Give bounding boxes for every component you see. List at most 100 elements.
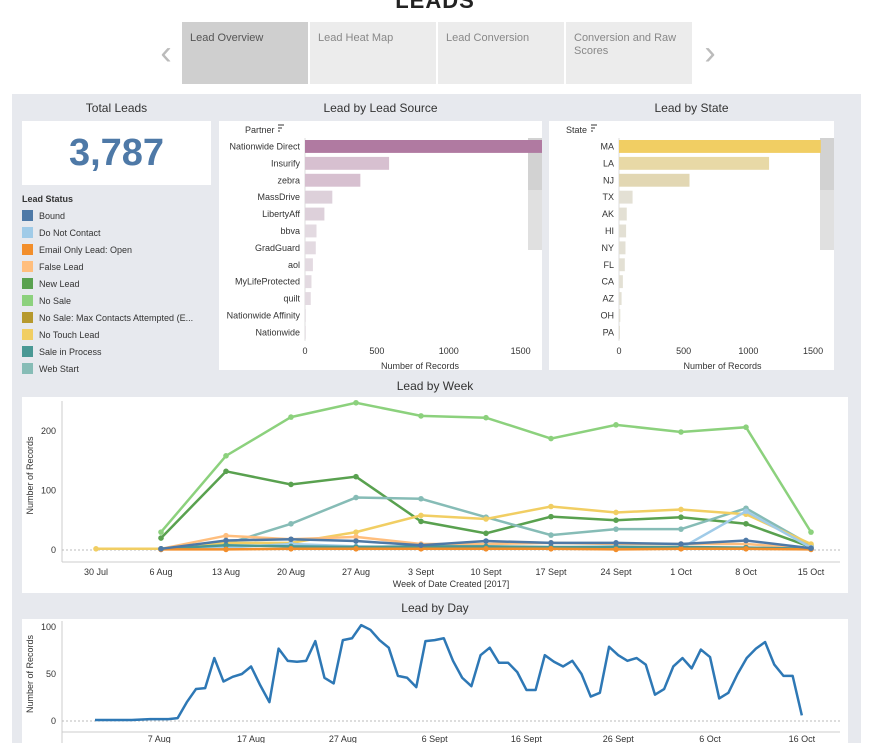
data-point-no-sale[interactable]: [223, 453, 229, 459]
data-point-no-sale[interactable]: [678, 429, 684, 435]
bar-nationwide-affinity[interactable]: [305, 309, 306, 322]
bar-nj[interactable]: [619, 173, 690, 187]
daily-series-line[interactable]: [95, 623, 804, 722]
data-point-new-lead[interactable]: [678, 514, 684, 521]
data-point-bound[interactable]: [158, 546, 164, 552]
data-point-bound[interactable]: [418, 542, 424, 549]
total-leads-card[interactable]: 3,787: [22, 121, 211, 185]
sort-icon[interactable]: [278, 124, 284, 132]
chevron-left-icon[interactable]: ‹: [150, 22, 182, 84]
bar-pa[interactable]: [619, 325, 620, 339]
bar-zebra[interactable]: [305, 173, 361, 187]
data-point-web-start[interactable]: [353, 494, 359, 501]
data-point-bound[interactable]: [223, 537, 229, 544]
data-point-no-sale[interactable]: [613, 422, 619, 428]
legend-item-no-touch-lead[interactable]: No Touch Lead: [22, 326, 212, 343]
bar-quilt[interactable]: [305, 292, 311, 305]
data-point-no-sale[interactable]: [418, 413, 424, 419]
tab-conversion-raw-scores[interactable]: Conversion and Raw Scores: [566, 22, 692, 84]
bar-ak[interactable]: [619, 207, 627, 221]
bar-fl[interactable]: [619, 258, 625, 272]
data-point-bound[interactable]: [743, 537, 749, 544]
lead-state-chart[interactable]: State MA LA NJ TX AK HI NY FL CA AZ OH PA 0 500 1000 150…: [549, 121, 834, 371]
data-point-no-touch-lead[interactable]: [613, 509, 619, 516]
tab-lead-overview[interactable]: Lead Overview: [182, 22, 308, 84]
data-point-bound[interactable]: [483, 538, 489, 544]
legend-item-web-start[interactable]: Web Start: [22, 360, 212, 377]
legend-item-no-sale[interactable]: No Sale: [22, 292, 212, 309]
data-point-no-touch-lead[interactable]: [353, 529, 359, 535]
data-point-new-lead[interactable]: [483, 530, 489, 537]
data-point-new-lead[interactable]: [743, 520, 749, 527]
lead-source-chart[interactable]: Partner Nationwide Direct Insurify zebra Mas…: [219, 121, 570, 371]
data-point-new-lead[interactable]: [613, 517, 619, 523]
data-point-email-only-lead-open[interactable]: [223, 546, 229, 553]
data-point-no-touch-lead[interactable]: [548, 503, 554, 510]
data-point-false-lead[interactable]: [223, 532, 229, 539]
bar-nationwide[interactable]: [305, 325, 306, 339]
data-point-email-only-lead-open[interactable]: [483, 546, 489, 552]
data-point-bound[interactable]: [353, 538, 359, 544]
bar-la[interactable]: [619, 156, 770, 170]
data-point-new-lead[interactable]: [418, 518, 424, 525]
bar-ca[interactable]: [619, 275, 623, 289]
lead-by-day-chart[interactable]: 0 50 100 Number of Records 7 Aug 17 Aug 27 Aug…: [22, 619, 848, 743]
bar-gradguard[interactable]: [305, 241, 316, 255]
data-point-new-lead[interactable]: [353, 473, 359, 480]
data-point-bound[interactable]: [548, 540, 554, 546]
data-point-no-sale[interactable]: [288, 414, 294, 420]
bar-tx[interactable]: [619, 190, 633, 204]
lead-by-week-chart[interactable]: 0 100 200 Number of Records 30 Jul 6 Aug 13 Au…: [22, 397, 848, 593]
legend-item-do-not-contact[interactable]: Do Not Contact: [22, 224, 212, 241]
bar-insurify[interactable]: [305, 156, 390, 170]
data-point-bound[interactable]: [288, 536, 294, 543]
data-point-no-sale[interactable]: [353, 399, 359, 406]
data-point-new-lead[interactable]: [288, 481, 294, 488]
data-point-email-only-lead-open[interactable]: [743, 546, 749, 552]
data-point-web-start[interactable]: [548, 532, 554, 538]
legend-item-no-sale-max-contacts-attempted-e[interactable]: No Sale: Max Contacts Attempted (E...: [22, 309, 212, 326]
legend-item-false-lead[interactable]: False Lead: [22, 258, 212, 275]
bar-massdrive[interactable]: [305, 190, 333, 204]
data-point-web-start[interactable]: [288, 520, 294, 527]
data-point-web-start[interactable]: [678, 526, 684, 532]
data-point-web-start[interactable]: [418, 495, 424, 502]
bar-hi[interactable]: [619, 224, 627, 238]
data-point-no-touch-lead[interactable]: [418, 512, 424, 519]
legend-item-sale-in-process[interactable]: Sale in Process: [22, 343, 212, 360]
data-point-do-not-contact[interactable]: [743, 508, 749, 515]
tab-lead-conversion[interactable]: Lead Conversion: [438, 22, 564, 84]
data-point-email-only-lead-open[interactable]: [613, 546, 619, 553]
tab-lead-heat-map[interactable]: Lead Heat Map: [310, 22, 436, 84]
legend-item-email-only-lead-open[interactable]: Email Only Lead: Open: [22, 241, 212, 258]
legend-item-bound[interactable]: Bound: [22, 207, 212, 224]
data-point-no-sale[interactable]: [548, 435, 554, 442]
bar-az[interactable]: [619, 292, 622, 305]
data-point-no-sale[interactable]: [808, 529, 814, 535]
data-point-bound[interactable]: [808, 545, 814, 552]
data-point-new-lead[interactable]: [223, 468, 229, 475]
bar-ny[interactable]: [619, 241, 626, 255]
legend-item-new-lead[interactable]: New Lead: [22, 275, 212, 292]
bar-mylifeprotected[interactable]: [305, 275, 312, 289]
data-point-no-sale[interactable]: [483, 414, 489, 421]
data-point-email-only-lead-open[interactable]: [548, 546, 554, 552]
data-point-email-only-lead-open[interactable]: [678, 546, 684, 552]
data-point-no-touch-lead[interactable]: [483, 516, 489, 522]
bar-oh[interactable]: [619, 309, 621, 322]
sort-icon[interactable]: [591, 124, 597, 132]
data-point-bound[interactable]: [613, 540, 619, 546]
data-point-email-only-lead-open[interactable]: [353, 546, 359, 552]
bar-aol[interactable]: [305, 258, 313, 272]
scrollbar-thumb[interactable]: [820, 138, 834, 190]
bar-nationwide-direct[interactable]: [305, 140, 570, 153]
data-point-new-lead[interactable]: [548, 513, 554, 520]
bar-bbva[interactable]: [305, 224, 317, 238]
data-point-no-touch-lead[interactable]: [678, 506, 684, 513]
bar-libertyaff[interactable]: [305, 207, 325, 221]
chevron-right-icon[interactable]: ›: [694, 22, 726, 84]
data-point-bound[interactable]: [678, 541, 684, 547]
data-point-new-lead[interactable]: [158, 535, 164, 541]
data-point-email-only-lead-open[interactable]: [288, 546, 294, 552]
data-point-no-touch-lead[interactable]: [93, 546, 99, 552]
